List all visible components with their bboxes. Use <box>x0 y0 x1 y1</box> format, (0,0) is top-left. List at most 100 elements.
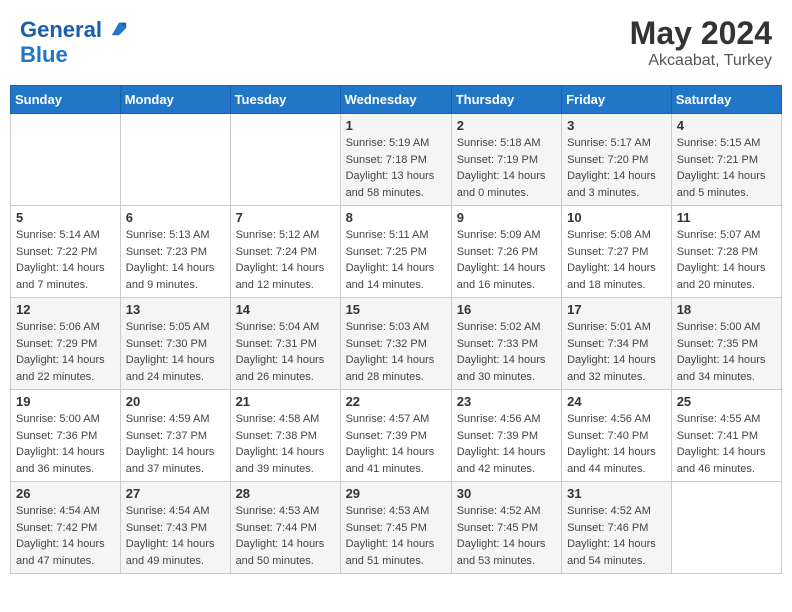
day-info: Sunrise: 5:14 AMSunset: 7:22 PMDaylight:… <box>16 227 115 293</box>
day-info: Sunrise: 4:56 AMSunset: 7:40 PMDaylight:… <box>567 411 666 477</box>
calendar-cell: 9 Sunrise: 5:09 AMSunset: 7:26 PMDaylight… <box>451 206 561 298</box>
day-info: Sunrise: 4:57 AMSunset: 7:39 PMDaylight:… <box>346 411 446 477</box>
day-number: 20 <box>126 394 225 409</box>
calendar-cell: 12 Sunrise: 5:06 AMSunset: 7:29 PMDayligh… <box>11 298 121 390</box>
logo-general: General <box>20 17 102 42</box>
day-info: Sunrise: 4:52 AMSunset: 7:45 PMDaylight:… <box>457 503 556 569</box>
calendar-cell <box>230 114 340 206</box>
day-number: 2 <box>457 118 556 133</box>
calendar-body: 1 Sunrise: 5:19 AMSunset: 7:18 PMDaylight… <box>11 114 782 574</box>
day-number: 4 <box>677 118 776 133</box>
day-number: 24 <box>567 394 666 409</box>
calendar-cell: 14Sunrise: 5:04 AMSunset: 7:31 PMDayligh… <box>230 298 340 390</box>
calendar-cell: 21 Sunrise: 4:58 AMSunset: 7:38 PMDayligh… <box>230 390 340 482</box>
day-info: Sunrise: 5:19 AMSunset: 7:18 PMDaylight:… <box>346 135 446 201</box>
calendar-cell: 25 Sunrise: 4:55 AMSunset: 7:41 PMDayligh… <box>671 390 781 482</box>
day-info: Sunrise: 4:54 AMSunset: 7:42 PMDaylight:… <box>16 503 115 569</box>
day-number: 23 <box>457 394 556 409</box>
day-number: 30 <box>457 486 556 501</box>
day-number: 21 <box>236 394 335 409</box>
day-header-thursday: Thursday <box>451 86 561 114</box>
day-number: 10 <box>567 210 666 225</box>
calendar-cell: 19Sunrise: 5:00 AMSunset: 7:36 PMDayligh… <box>11 390 121 482</box>
calendar-cell: 7Sunrise: 5:12 AMSunset: 7:24 PMDaylight… <box>230 206 340 298</box>
calendar-cell: 18 Sunrise: 5:00 AMSunset: 7:35 PMDayligh… <box>671 298 781 390</box>
day-number: 19 <box>16 394 115 409</box>
day-number: 27 <box>126 486 225 501</box>
day-number: 15 <box>346 302 446 317</box>
title-section: May 2024 Akcaabat, Turkey <box>630 15 772 70</box>
day-number: 13 <box>126 302 225 317</box>
calendar-cell: 26Sunrise: 4:54 AMSunset: 7:42 PMDayligh… <box>11 482 121 574</box>
day-number: 22 <box>346 394 446 409</box>
day-info: Sunrise: 5:13 AMSunset: 7:23 PMDaylight:… <box>126 227 225 293</box>
calendar-cell: 20 Sunrise: 4:59 AMSunset: 7:37 PMDayligh… <box>120 390 230 482</box>
calendar-cell: 1 Sunrise: 5:19 AMSunset: 7:18 PMDaylight… <box>340 114 451 206</box>
day-info: Sunrise: 4:58 AMSunset: 7:38 PMDaylight:… <box>236 411 335 477</box>
day-number: 29 <box>346 486 446 501</box>
logo-icon <box>110 19 128 37</box>
day-info: Sunrise: 4:52 AMSunset: 7:46 PMDaylight:… <box>567 503 666 569</box>
calendar-cell: 29 Sunrise: 4:53 AMSunset: 7:45 PMDayligh… <box>340 482 451 574</box>
calendar-cell: 17Sunrise: 5:01 AMSunset: 7:34 PMDayligh… <box>562 298 672 390</box>
day-info: Sunrise: 5:11 AMSunset: 7:25 PMDaylight:… <box>346 227 446 293</box>
day-info: Sunrise: 5:18 AMSunset: 7:19 PMDaylight:… <box>457 135 556 201</box>
day-info: Sunrise: 5:17 AMSunset: 7:20 PMDaylight:… <box>567 135 666 201</box>
day-info: Sunrise: 4:54 AMSunset: 7:43 PMDaylight:… <box>126 503 225 569</box>
day-info: Sunrise: 4:59 AMSunset: 7:37 PMDaylight:… <box>126 411 225 477</box>
calendar-cell: 13Sunrise: 5:05 AMSunset: 7:30 PMDayligh… <box>120 298 230 390</box>
calendar-week-4: 19Sunrise: 5:00 AMSunset: 7:36 PMDayligh… <box>11 390 782 482</box>
calendar-cell <box>671 482 781 574</box>
day-number: 1 <box>346 118 446 133</box>
day-number: 25 <box>677 394 776 409</box>
day-header-friday: Friday <box>562 86 672 114</box>
calendar-cell: 4Sunrise: 5:15 AMSunset: 7:21 PMDaylight… <box>671 114 781 206</box>
calendar-cell <box>11 114 121 206</box>
location-title: Akcaabat, Turkey <box>630 52 772 70</box>
day-number: 12 <box>16 302 115 317</box>
calendar-cell: 6 Sunrise: 5:13 AMSunset: 7:23 PMDaylight… <box>120 206 230 298</box>
day-number: 5 <box>16 210 115 225</box>
calendar-cell: 15 Sunrise: 5:03 AMSunset: 7:32 PMDayligh… <box>340 298 451 390</box>
day-info: Sunrise: 4:53 AMSunset: 7:44 PMDaylight:… <box>236 503 335 569</box>
day-info: Sunrise: 5:06 AMSunset: 7:29 PMDaylight:… <box>16 319 115 385</box>
calendar-cell: 10Sunrise: 5:08 AMSunset: 7:27 PMDayligh… <box>562 206 672 298</box>
calendar-cell: 24 Sunrise: 4:56 AMSunset: 7:40 PMDayligh… <box>562 390 672 482</box>
day-number: 3 <box>567 118 666 133</box>
day-info: Sunrise: 5:07 AMSunset: 7:28 PMDaylight:… <box>677 227 776 293</box>
day-number: 8 <box>346 210 446 225</box>
day-number: 11 <box>677 210 776 225</box>
day-info: Sunrise: 5:03 AMSunset: 7:32 PMDaylight:… <box>346 319 446 385</box>
calendar-cell: 2 Sunrise: 5:18 AMSunset: 7:19 PMDaylight… <box>451 114 561 206</box>
day-info: Sunrise: 5:00 AMSunset: 7:35 PMDaylight:… <box>677 319 776 385</box>
calendar-cell: 3 Sunrise: 5:17 AMSunset: 7:20 PMDaylight… <box>562 114 672 206</box>
calendar-cell: 16 Sunrise: 5:02 AMSunset: 7:33 PMDayligh… <box>451 298 561 390</box>
day-header-saturday: Saturday <box>671 86 781 114</box>
day-header-sunday: Sunday <box>11 86 121 114</box>
calendar-cell <box>120 114 230 206</box>
day-info: Sunrise: 5:12 AMSunset: 7:24 PMDaylight:… <box>236 227 335 293</box>
day-number: 28 <box>236 486 335 501</box>
calendar-cell: 23 Sunrise: 4:56 AMSunset: 7:39 PMDayligh… <box>451 390 561 482</box>
calendar-cell: 27 Sunrise: 4:54 AMSunset: 7:43 PMDayligh… <box>120 482 230 574</box>
calendar-cell: 31Sunrise: 4:52 AMSunset: 7:46 PMDayligh… <box>562 482 672 574</box>
day-number: 18 <box>677 302 776 317</box>
day-info: Sunrise: 4:56 AMSunset: 7:39 PMDaylight:… <box>457 411 556 477</box>
day-number: 6 <box>126 210 225 225</box>
day-info: Sunrise: 5:02 AMSunset: 7:33 PMDaylight:… <box>457 319 556 385</box>
logo-blue: Blue <box>20 42 68 67</box>
calendar-week-3: 12 Sunrise: 5:06 AMSunset: 7:29 PMDayligh… <box>11 298 782 390</box>
calendar-week-5: 26Sunrise: 4:54 AMSunset: 7:42 PMDayligh… <box>11 482 782 574</box>
page-header: General Blue May 2024 Akcaabat, Turkey <box>10 10 782 75</box>
day-number: 16 <box>457 302 556 317</box>
day-info: Sunrise: 4:55 AMSunset: 7:41 PMDaylight:… <box>677 411 776 477</box>
day-info: Sunrise: 4:53 AMSunset: 7:45 PMDaylight:… <box>346 503 446 569</box>
calendar-week-1: 1 Sunrise: 5:19 AMSunset: 7:18 PMDaylight… <box>11 114 782 206</box>
calendar-table: SundayMondayTuesdayWednesdayThursdayFrid… <box>10 85 782 574</box>
day-header-monday: Monday <box>120 86 230 114</box>
day-number: 17 <box>567 302 666 317</box>
calendar-cell: 8 Sunrise: 5:11 AMSunset: 7:25 PMDaylight… <box>340 206 451 298</box>
day-info: Sunrise: 5:09 AMSunset: 7:26 PMDaylight:… <box>457 227 556 293</box>
day-number: 9 <box>457 210 556 225</box>
calendar-cell: 30 Sunrise: 4:52 AMSunset: 7:45 PMDayligh… <box>451 482 561 574</box>
